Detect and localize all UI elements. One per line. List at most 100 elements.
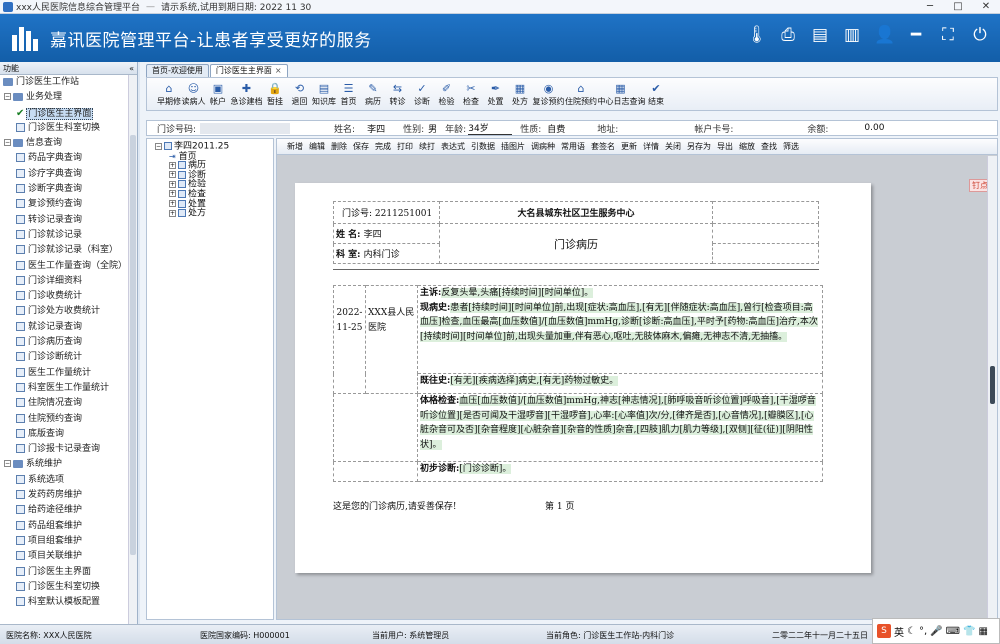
toolbar-button[interactable]: ✐ 检验 [435, 82, 459, 110]
nav-item[interactable]: 系统选项 [0, 473, 137, 488]
close-tab-icon[interactable]: × [275, 66, 282, 75]
tab-outpatient-main[interactable]: 门诊医生主界面 × [209, 64, 288, 77]
outpatient-no-field[interactable] [200, 122, 291, 134]
nav-item[interactable]: − 系统维护 [0, 457, 137, 472]
editor-toolbar-button[interactable]: 详情 [643, 141, 659, 152]
editor-toolbar-button[interactable]: 插图片 [501, 141, 525, 152]
record-tree-lab[interactable]: + 检验 [155, 180, 273, 190]
nav-item[interactable]: 给药途径维护 [0, 503, 137, 518]
collapse-icon[interactable]: − [4, 460, 11, 468]
toolbar-button[interactable]: ✔ 结束 [644, 82, 668, 110]
editor-toolbar-button[interactable]: 套签名 [591, 141, 615, 152]
nav-item[interactable]: 转诊记录查询 [0, 213, 137, 228]
ime-language[interactable]: 英 [894, 624, 904, 639]
toolbar-button[interactable]: ▦ 中心日志查询 [598, 82, 646, 110]
nav-item[interactable]: 医生工作量统计 [0, 366, 137, 381]
keyboard-icon[interactable]: ⌨ [946, 626, 960, 637]
nav-item[interactable]: 门诊就诊记录（科室） [0, 243, 137, 258]
maximize-window-button[interactable]: □ [944, 0, 972, 14]
editor-scrollbar[interactable] [987, 156, 997, 620]
toolbar-button[interactable]: ☺ 读病人 [182, 82, 206, 110]
editor-toolbar-button[interactable]: 新增 [287, 141, 303, 152]
thermometer-icon[interactable]: 🌡 [746, 24, 768, 46]
record-tree-history[interactable]: + 病历 [155, 161, 273, 171]
editor-toolbar-button[interactable]: 常用语 [561, 141, 585, 152]
toolbar-button[interactable]: ✒ 处置 [484, 82, 508, 110]
nav-item[interactable]: 诊疗字典查询 [0, 167, 137, 182]
nav-item[interactable]: 复诊预约查询 [0, 197, 137, 212]
record-tree-prescription[interactable]: + 处方 [155, 209, 273, 219]
collapse-icon[interactable]: − [4, 139, 11, 147]
toolbar-button[interactable]: ✓ 诊断 [410, 82, 434, 110]
nav-item[interactable]: 住院预约查询 [0, 412, 137, 427]
nav-item[interactable]: 诊断字典查询 [0, 182, 137, 197]
nav-item[interactable]: 门诊医生科室切换 [0, 580, 137, 595]
nav-item[interactable]: 门诊收费统计 [0, 289, 137, 304]
sogou-ime-icon[interactable]: S [877, 624, 891, 638]
editor-toolbar-button[interactable]: 更新 [621, 141, 637, 152]
record-history[interactable]: [有无][疾病选择]病史,[有无]药物过敏史。 [450, 376, 619, 386]
record-tree-root[interactable]: − 李四2011.25 [155, 142, 273, 152]
toolbar-button[interactable]: ⌂ 早期修 [157, 82, 181, 110]
record-exam[interactable]: 血压[血压数值]/[血压数值]mmHg,神志[神志情况],[肺呼吸音听诊位置]呼… [420, 396, 816, 450]
grid-icon[interactable]: ▦ [979, 626, 988, 637]
toolbar-button[interactable]: ▣ 帐户 [206, 82, 230, 110]
nav-item[interactable]: 就诊记录查询 [0, 320, 137, 335]
minimize-window-button[interactable]: ─ [916, 0, 944, 14]
record-diagnosis[interactable]: [门诊诊断]。 [459, 464, 512, 474]
toolbar-button[interactable]: ✎ 病历 [361, 82, 385, 110]
nav-item[interactable]: 药品组套维护 [0, 519, 137, 534]
library-icon[interactable]: ▥ [842, 24, 862, 46]
punctuation-icon[interactable]: °, [919, 626, 927, 637]
record-hpi[interactable]: 患者[持续时间][时间单位]前,出现[症状:高血压],[有无][伴随症状:高血压… [420, 302, 818, 342]
nav-item[interactable]: − 信息查询 [0, 136, 137, 151]
record-tree-exam[interactable]: + 检查 [155, 190, 273, 200]
nav-item[interactable]: 发药药房维护 [0, 488, 137, 503]
nav-item[interactable]: 科室医生工作量统计 [0, 381, 137, 396]
editor-toolbar-button[interactable]: 引数据 [471, 141, 495, 152]
toolbar-button[interactable]: ✚ 急诊建档 [231, 82, 263, 110]
function-panel-scrollbar[interactable] [128, 75, 137, 624]
nav-item[interactable]: 门诊详细资料 [0, 274, 137, 289]
close-window-button[interactable]: ✕ [972, 0, 1000, 14]
nav-item[interactable]: ✔ 门诊医生主界面 [0, 106, 137, 121]
record-tree-diagnosis[interactable]: + 诊断 [155, 170, 273, 181]
collapse-panel-button[interactable]: « [129, 62, 134, 75]
toolbar-button[interactable]: ⌂ 住院预约 [565, 82, 597, 110]
toolbar-button[interactable]: 🔒 暂挂 [263, 82, 287, 110]
nav-item[interactable]: 住院情况查询 [0, 396, 137, 411]
record-tree-home[interactable]: ⇥ 首页 [155, 152, 273, 162]
fullscreen-icon[interactable]: ⛶ [938, 24, 958, 46]
server-icon[interactable]: ▤ [810, 24, 830, 46]
toolbar-button[interactable]: ☰ 首页 [337, 82, 361, 110]
editor-toolbar-button[interactable]: 筛选 [783, 141, 799, 152]
printer-icon[interactable]: ⎙ [778, 24, 798, 46]
nav-item[interactable]: 门诊报卡记录查询 [0, 442, 137, 457]
toolbar-button[interactable]: ⟲ 退回 [288, 82, 312, 110]
nav-item[interactable]: 底版查询 [0, 427, 137, 442]
nav-item[interactable]: 科室默认模板配置 [0, 595, 137, 610]
editor-toolbar-button[interactable]: 关闭 [665, 141, 681, 152]
tab-home[interactable]: 首页-欢迎使用 [146, 64, 209, 77]
toolbar-button[interactable]: ▤ 知识库 [312, 82, 336, 110]
editor-toolbar-button[interactable]: 表达式 [441, 141, 465, 152]
nav-item[interactable]: − 业务处理 [0, 90, 137, 105]
user-icon[interactable]: 👤 [874, 24, 895, 46]
nav-item[interactable]: 门诊医生科室切换 [0, 121, 137, 136]
editor-toolbar-button[interactable]: 缩放 [739, 141, 755, 152]
shirt-icon[interactable]: 👕 [963, 626, 975, 637]
nav-item[interactable]: 项目关联维护 [0, 549, 137, 564]
toolbar-button[interactable]: ✂ 检查 [459, 82, 483, 110]
nav-item[interactable]: 门诊诊断统计 [0, 350, 137, 365]
editor-toolbar-button[interactable]: 导出 [717, 141, 733, 152]
toolbar-button[interactable]: ▦ 处方 [508, 82, 532, 110]
nav-item[interactable]: 门诊医生工作站 [0, 75, 137, 90]
editor-toolbar-button[interactable]: 删除 [331, 141, 347, 152]
nav-item[interactable]: 门诊处方收费统计 [0, 304, 137, 319]
mic-icon[interactable]: 🎤 [930, 626, 942, 637]
toolbar-button[interactable]: ⇆ 转诊 [386, 82, 410, 110]
nav-item[interactable]: 药品字典查询 [0, 151, 137, 166]
record-complaint[interactable]: 反复头晕,头痛[持续时间][时间单位]。 [441, 288, 594, 298]
editor-toolbar-button[interactable]: 另存为 [687, 141, 711, 152]
moon-icon[interactable]: ☾ [907, 626, 916, 637]
